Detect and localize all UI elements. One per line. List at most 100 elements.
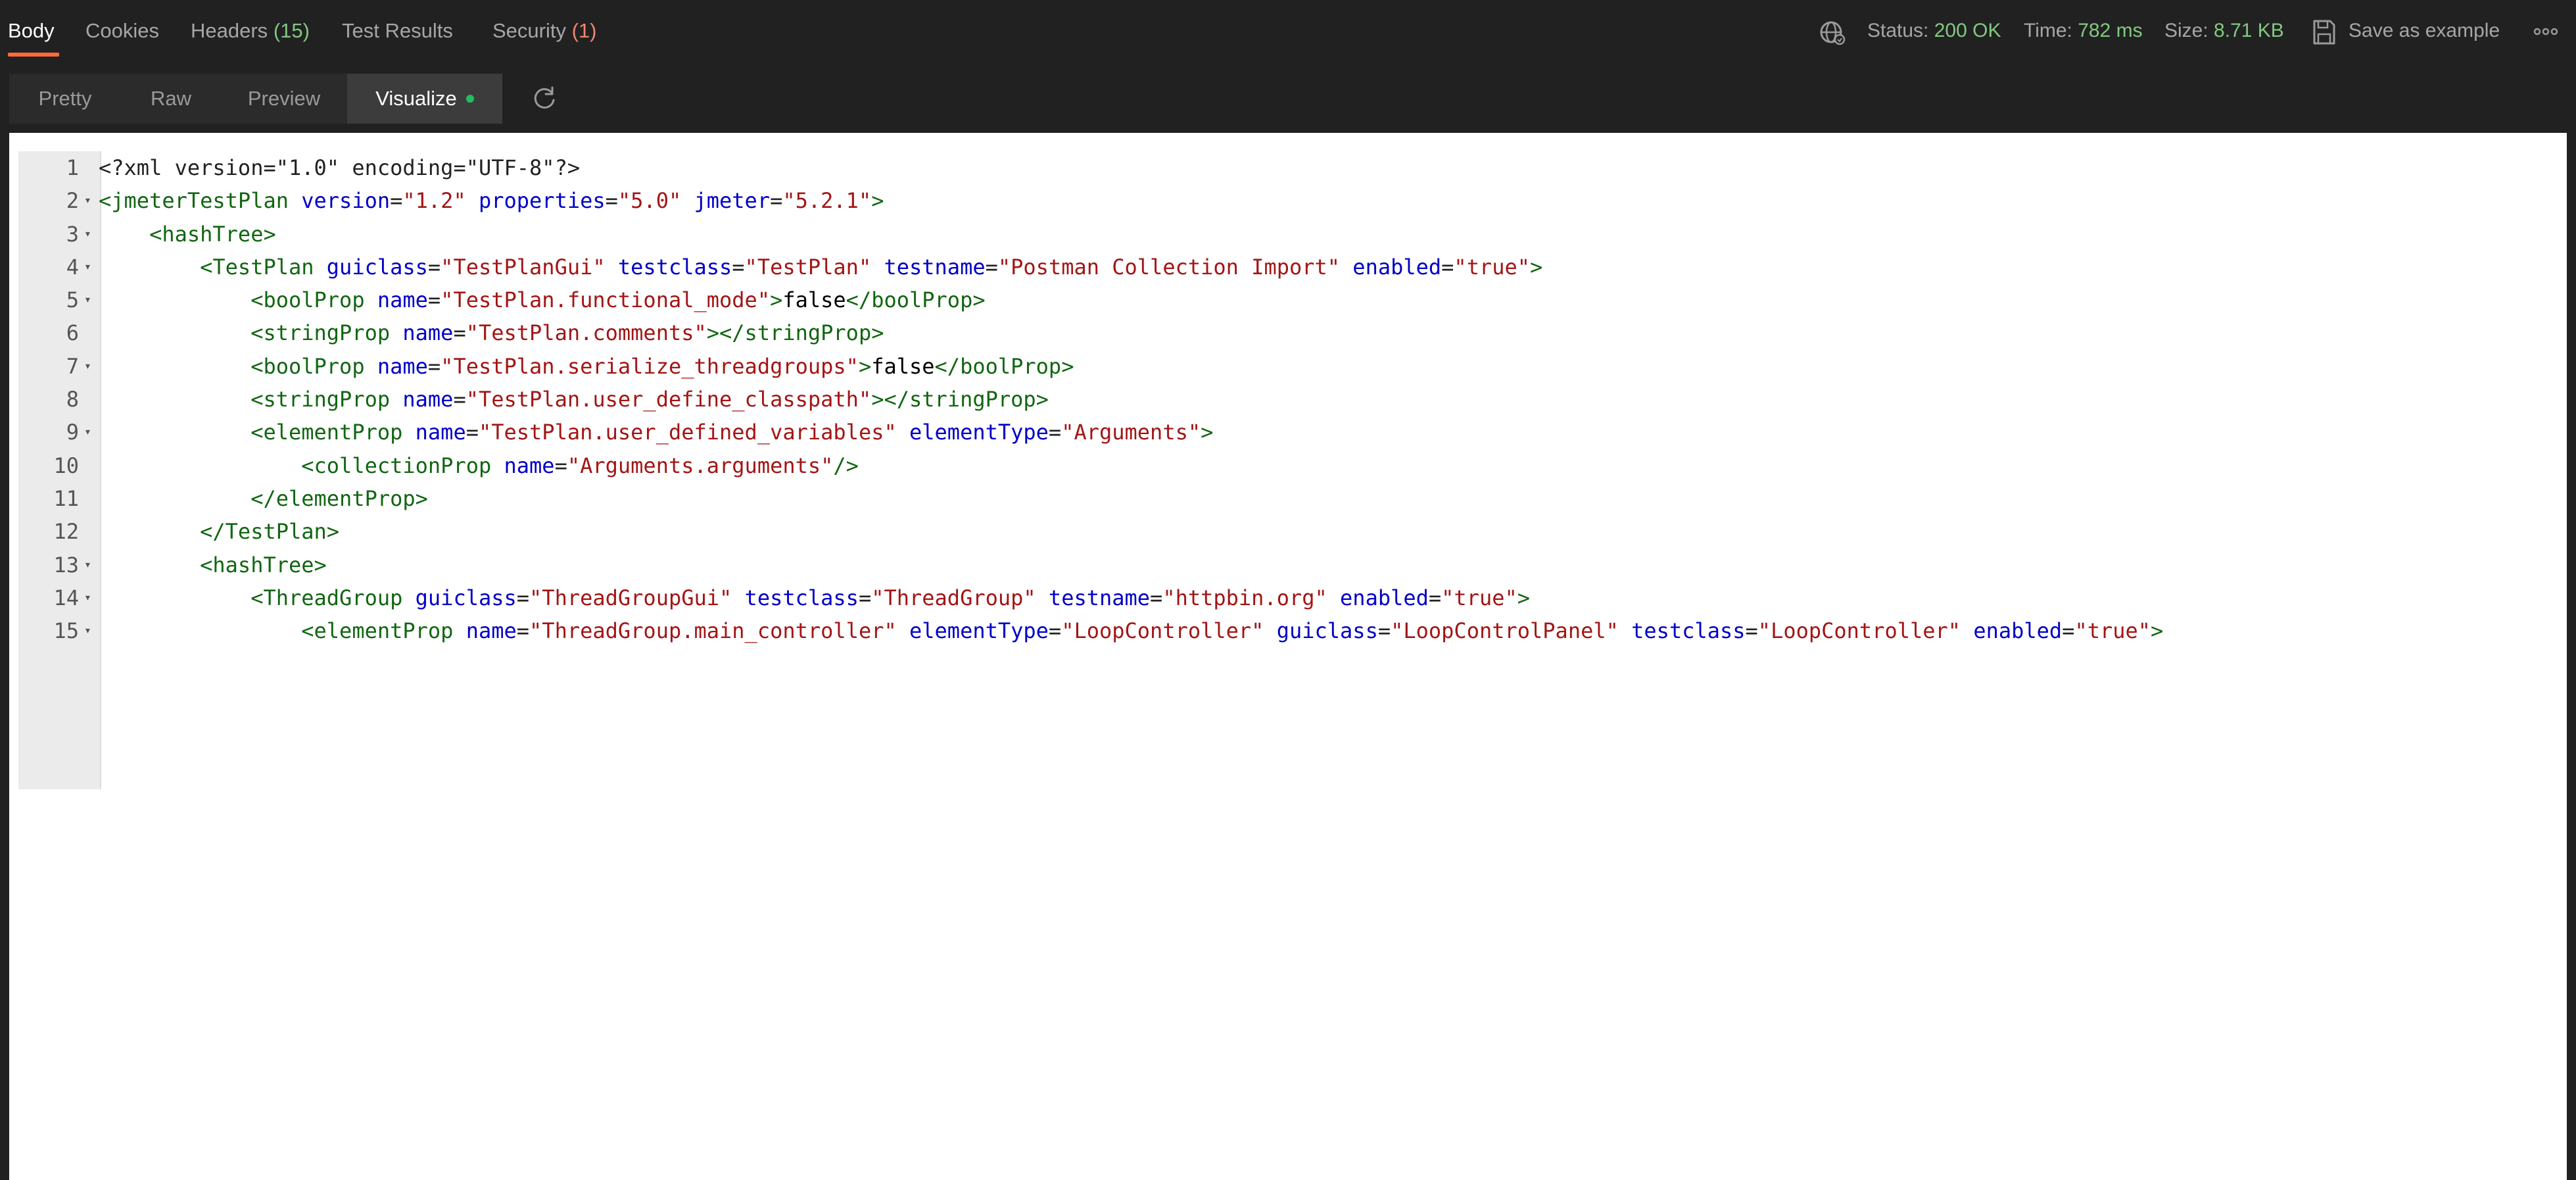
line-number: 1 (66, 155, 79, 180)
code-text: </elementProp> (99, 482, 428, 515)
mode-preview-label: Preview (247, 87, 321, 110)
code-text: </TestPlan> (99, 515, 339, 548)
fold-toggle-icon[interactable]: ▾ (84, 350, 91, 383)
time-label: Time: (2024, 20, 2072, 41)
code-token: = (605, 188, 618, 214)
code-token: "LoopControlPanel" (1391, 618, 1619, 644)
code-token: enabled (1973, 618, 2063, 644)
code-token: elementType (909, 618, 1049, 644)
time-value[interactable]: 782 ms (2078, 20, 2142, 41)
mode-visualize[interactable]: Visualize (347, 74, 502, 124)
code-token: > (1530, 254, 1543, 280)
line-number: 3 (66, 221, 79, 247)
code-token: "TestPlanGui" (441, 254, 606, 280)
code-text: <?xml version="1.0" encoding="UTF-8"?> (99, 151, 580, 184)
code-token: testclass (617, 254, 732, 280)
code-token: <stringProp (250, 387, 403, 412)
globe-icon[interactable] (1819, 18, 1846, 46)
code-token: "LoopController" (1061, 618, 1264, 644)
code-token: ></stringProp> (871, 387, 1049, 412)
code-token: = (2062, 618, 2075, 644)
code-token: = (1048, 618, 1062, 644)
code-token: "TestPlan.comments" (465, 320, 707, 346)
code-token: "ThreadGroupGui" (529, 585, 732, 610)
code-token: version (301, 188, 391, 214)
response-body-editor[interactable]: 1 <?xml version="1.0" encoding="UTF-8"?> 2… (9, 133, 2567, 1180)
code-token: > (871, 188, 884, 214)
code-token: name (504, 453, 555, 478)
mode-preview[interactable]: Preview (221, 74, 347, 124)
code-token: = (390, 188, 403, 214)
code-token: guiclass (1276, 618, 1378, 644)
code-token: = (465, 420, 479, 445)
code-token: = (732, 254, 745, 280)
code-token: = (1377, 618, 1391, 644)
response-size: Size: 8.71 KB (2164, 14, 2284, 51)
line-number: 7 (66, 353, 79, 379)
tab-test-results[interactable]: Test Results (342, 14, 453, 51)
mode-raw[interactable]: Raw (121, 74, 221, 124)
fold-toggle-icon[interactable]: ▾ (84, 581, 91, 614)
fold-toggle-icon[interactable]: ▾ (84, 251, 91, 283)
mode-pretty[interactable]: Pretty (9, 74, 121, 124)
code-token: = (770, 188, 783, 214)
code-token: > (1517, 585, 1531, 610)
code-text: <jmeterTestPlan version="1.2" properties… (99, 184, 884, 217)
line-number: 5 (66, 287, 79, 313)
fold-toggle-icon[interactable]: ▾ (84, 549, 91, 581)
code-token: = (1150, 585, 1163, 610)
code-text: <elementProp name="ThreadGroup.main_cont… (99, 614, 2163, 647)
fold-toggle-icon[interactable]: ▾ (84, 416, 91, 449)
code-token: </TestPlan> (200, 519, 340, 545)
save-icon[interactable] (2312, 18, 2337, 46)
code-token: <boolProp (250, 353, 377, 379)
code-token: <?xml version="1.0" encoding="UTF-8"?> (99, 155, 581, 180)
code-token: <hashTree> (149, 221, 276, 247)
mode-raw-label: Raw (150, 87, 191, 110)
save-as-example-button[interactable]: Save as example (2349, 14, 2500, 51)
code-token: "Postman Collection Import" (997, 254, 1341, 280)
code-token: "TestPlan.user_define_classpath" (465, 387, 872, 412)
code-token: "5.2.1" (782, 188, 872, 214)
code-token: elementType (909, 420, 1049, 445)
code-token: guiclass (326, 254, 428, 280)
fold-toggle-icon[interactable]: ▾ (84, 184, 91, 217)
tab-security[interactable]: Security (1) (492, 14, 597, 51)
size-value[interactable]: 8.71 KB (2214, 20, 2284, 41)
refresh-icon[interactable] (530, 84, 559, 113)
headers-count-badge: (15) (273, 19, 310, 42)
size-label: Size: (2164, 20, 2208, 41)
response-tab-bar: Body Cookies Headers (15) Test Results S… (0, 0, 2576, 66)
code-token: "Arguments" (1061, 420, 1201, 445)
code-token: = (1428, 585, 1442, 610)
more-icon[interactable] (2533, 26, 2559, 37)
code-token: "TestPlan" (744, 254, 872, 280)
tab-cookies[interactable]: Cookies (85, 14, 159, 51)
code-token: <collectionProp (301, 453, 504, 478)
code-token: "Arguments.arguments" (567, 453, 834, 478)
code-token: ></stringProp> (706, 320, 884, 346)
code-text: <stringProp name="TestPlan.user_define_c… (99, 383, 1049, 416)
code-text: <TestPlan guiclass="TestPlanGui" testcla… (99, 251, 1542, 283)
status-value[interactable]: 200 OK (1934, 20, 2001, 41)
mode-pretty-label: Pretty (38, 87, 92, 110)
tab-body[interactable]: Body (8, 14, 55, 51)
response-time: Time: 782 ms (2024, 14, 2143, 51)
tab-body-label: Body (8, 19, 55, 42)
fold-toggle-icon[interactable]: ▾ (84, 614, 91, 647)
code-token: name (415, 420, 466, 445)
tab-headers[interactable]: Headers (15) (191, 14, 310, 51)
code-token: "true" (1454, 254, 1531, 280)
status-label: Status: (1867, 20, 1929, 41)
line-number: 14 (53, 585, 79, 610)
fold-toggle-icon[interactable]: ▾ (84, 283, 91, 316)
fold-toggle-icon[interactable]: ▾ (84, 218, 91, 251)
line-number: 15 (53, 618, 79, 644)
